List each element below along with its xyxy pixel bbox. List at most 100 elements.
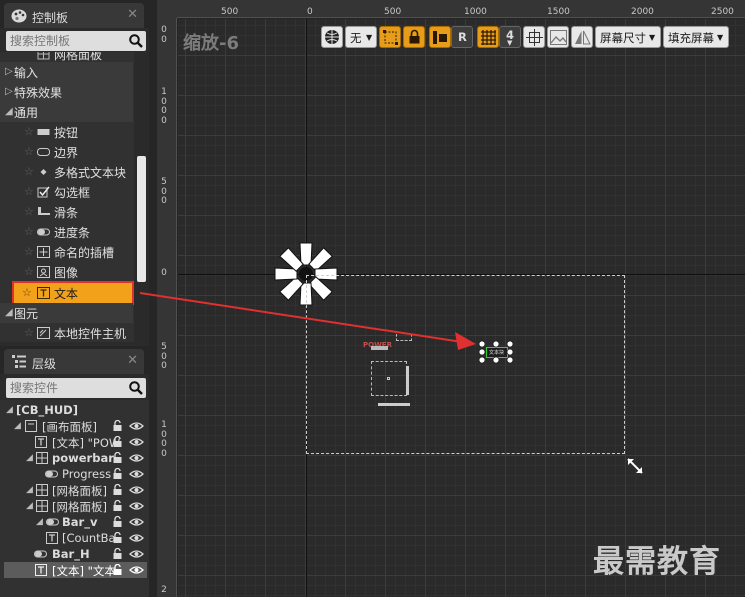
unlock-icon[interactable]	[113, 484, 122, 495]
collapse-triangle-icon[interactable]: ◢	[36, 517, 43, 527]
eye-icon[interactable]	[129, 565, 144, 575]
palette-item-image[interactable]: ☆ 图像	[0, 262, 133, 282]
hierarchy-tab[interactable]: 层级 ✕	[4, 349, 144, 374]
favorite-star-icon[interactable]: ☆	[24, 205, 34, 218]
collapse-triangle-icon[interactable]: ◢	[26, 485, 33, 495]
eye-icon[interactable]	[129, 517, 144, 527]
unlock-icon[interactable]	[113, 452, 122, 463]
search-icon[interactable]	[128, 33, 144, 49]
zoom-fit-icon	[526, 29, 543, 46]
tree-row-root[interactable]: ◢ [CB_HUD]	[0, 402, 149, 418]
eye-icon[interactable]	[129, 501, 144, 511]
countbar-text-widget[interactable]	[387, 377, 390, 380]
unlock-icon[interactable]	[113, 436, 122, 447]
palette-search-field[interactable]	[6, 31, 146, 51]
unlock-icon[interactable]	[113, 548, 122, 559]
tree-row-grid-panel-1[interactable]: ◢ [网格面板]	[0, 482, 149, 498]
favorite-star-icon[interactable]: ☆	[24, 145, 34, 158]
flip-button[interactable]	[571, 26, 593, 48]
palette-item-border[interactable]: ☆ 边界	[0, 142, 133, 162]
palette-item-button[interactable]: ☆ 按钮	[0, 122, 133, 142]
collapse-triangle-icon[interactable]: ◢	[14, 421, 21, 431]
tree-row-canvas-panel[interactable]: ◢ [画布面板]	[0, 418, 149, 434]
tree-row-bar-h[interactable]: Bar_H	[0, 546, 149, 562]
tree-row-progress[interactable]: Progress	[0, 466, 149, 482]
grid-size-dropdown[interactable]: 4 ▼	[499, 26, 521, 48]
grid-panel-icon	[37, 52, 50, 60]
zoom-fit-button[interactable]	[523, 26, 545, 48]
eye-icon[interactable]	[129, 469, 144, 479]
unlock-icon[interactable]	[113, 500, 122, 511]
palette-tab[interactable]: 控制板 ✕	[4, 3, 144, 28]
designer-viewport[interactable]: 500 0 500 1000 1500 2000 2500 0 0 1 0 0 …	[149, 0, 745, 597]
favorite-star-icon[interactable]: ☆	[24, 125, 34, 138]
unlock-icon[interactable]	[113, 420, 122, 431]
grid-snap-button[interactable]	[477, 26, 499, 48]
palette-item-progress-bar[interactable]: ☆ 进度条	[0, 222, 133, 242]
favorite-star-icon[interactable]: ☆	[24, 245, 34, 258]
resize-arrow-icon[interactable]	[626, 457, 644, 475]
palette-item-text[interactable]: ☆ 文本	[12, 281, 134, 305]
r-toggle-button[interactable]: R	[451, 26, 473, 48]
screen-size-dropdown[interactable]: 屏幕尺寸 ▼	[595, 26, 661, 48]
background-button[interactable]	[547, 26, 569, 48]
fill-screen-label: 填充屏幕	[668, 31, 714, 45]
palette-scrollbar-thumb[interactable]	[137, 156, 146, 282]
chevron-down-icon: ▼	[649, 33, 656, 42]
category-special-effects[interactable]: ▷ 特殊效果	[0, 82, 133, 102]
unlock-icon[interactable]	[113, 516, 122, 527]
collapse-triangle-icon: ◢	[5, 307, 13, 318]
favorite-star-icon[interactable]: ☆	[22, 286, 32, 299]
search-icon[interactable]	[128, 380, 144, 396]
eye-icon[interactable]	[129, 453, 144, 463]
eye-icon[interactable]	[129, 437, 144, 447]
palette-item-named-slot[interactable]: ☆ 命名的插槽	[0, 242, 133, 262]
dashed-widget-outline[interactable]	[396, 334, 412, 341]
palette-item-rich-text-block[interactable]: ☆ 多格式文本块	[0, 162, 133, 182]
favorite-star-icon[interactable]: ☆	[24, 326, 34, 339]
palette-search-input[interactable]	[6, 31, 124, 51]
eye-icon[interactable]	[129, 533, 144, 543]
tree-row-bar-v[interactable]: ◢ Bar_v	[0, 514, 149, 530]
chevron-down-icon: ▼	[507, 39, 513, 47]
close-icon[interactable]: ✕	[127, 353, 138, 368]
category-common[interactable]: ◢ 通用	[0, 102, 133, 122]
collapse-triangle-icon[interactable]: ◢	[6, 405, 13, 415]
hierarchy-search-field[interactable]	[6, 378, 146, 398]
collapse-triangle-icon[interactable]: ◢	[26, 501, 33, 511]
favorite-star-icon[interactable]: ☆	[24, 265, 34, 278]
tree-row-grid-panel-2[interactable]: ◢ [网格面板]	[0, 498, 149, 514]
category-input[interactable]: ▷ 输入	[0, 62, 133, 82]
tree-row-countbar[interactable]: [CountBa	[0, 530, 149, 546]
respect-locks-button[interactable]	[429, 26, 451, 48]
tree-row-text-new[interactable]: [文本] "文本	[4, 562, 147, 578]
close-icon[interactable]: ✕	[127, 7, 138, 22]
palette-item-checkbox[interactable]: ☆ 勾选框	[0, 182, 133, 202]
powerbar-widget[interactable]	[371, 346, 388, 350]
unlock-icon[interactable]	[113, 532, 122, 543]
eye-icon[interactable]	[129, 421, 144, 431]
localization-dropdown[interactable]: 无 ▼	[345, 26, 377, 48]
lock-toggle-button[interactable]	[403, 26, 425, 48]
palette-item-native-widget-host[interactable]: ☆ 本地控件主机	[0, 323, 133, 342]
unlock-icon[interactable]	[113, 564, 122, 575]
eye-icon[interactable]	[129, 549, 144, 559]
bar-h-widget[interactable]	[378, 403, 410, 406]
selection-handles[interactable]	[476, 338, 516, 366]
globe-button[interactable]	[321, 26, 343, 48]
hierarchy-search-input[interactable]	[6, 378, 124, 398]
outline-toggle-button[interactable]	[379, 26, 401, 48]
ruler-tick-label: 500	[221, 7, 239, 17]
palette-item-slider[interactable]: ☆ 滑条	[0, 202, 133, 222]
category-primitive[interactable]: ◢ 图元	[0, 303, 133, 323]
eye-icon[interactable]	[129, 485, 144, 495]
tree-row-text-power[interactable]: [文本] "POW	[0, 434, 149, 450]
tree-row-powerbar[interactable]: ◢ powerbar	[0, 450, 149, 466]
fill-screen-dropdown[interactable]: 填充屏幕 ▼	[663, 26, 729, 48]
unlock-icon[interactable]	[113, 468, 122, 479]
favorite-star-icon[interactable]: ☆	[24, 225, 34, 238]
bar-v-widget[interactable]	[406, 366, 409, 395]
favorite-star-icon[interactable]: ☆	[24, 185, 34, 198]
favorite-star-icon[interactable]: ☆	[24, 165, 34, 178]
collapse-triangle-icon[interactable]: ◢	[26, 453, 33, 463]
